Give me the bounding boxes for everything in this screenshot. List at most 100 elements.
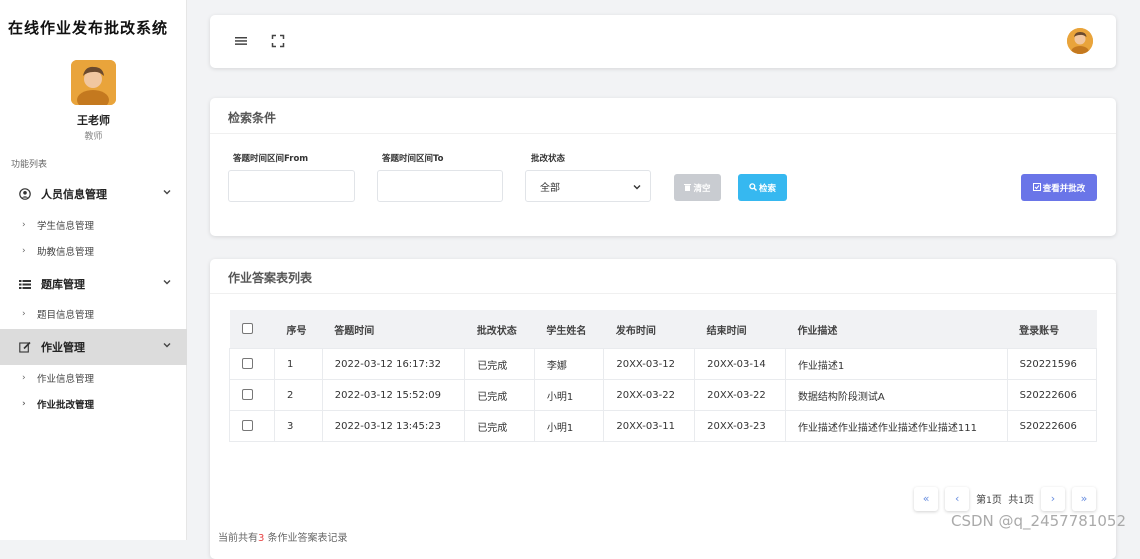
watermark: CSDN @q_2457781052 bbox=[951, 512, 1126, 530]
chevron-down-icon bbox=[163, 280, 171, 285]
sidebar-item-homework-review[interactable]: › 作业批改管理 bbox=[0, 393, 187, 415]
table-row[interactable]: 2 2022-03-12 15:52:09 已完成 小明1 20XX-03-22… bbox=[229, 379, 1098, 411]
total-suffix: 页 bbox=[1024, 495, 1034, 506]
row-select-cell bbox=[229, 348, 275, 380]
column-header: 结束时间 bbox=[694, 310, 786, 349]
page-indicator: 第1页 共1页 bbox=[976, 491, 1034, 506]
fullscreen-icon[interactable] bbox=[271, 34, 285, 48]
table-cell: 2022-03-12 13:45:23 bbox=[321, 410, 465, 442]
user-circle-icon bbox=[18, 188, 32, 200]
table-cell: 李娜 bbox=[533, 348, 604, 380]
list-icon bbox=[18, 279, 32, 290]
table-cell: 作业描述1 bbox=[784, 348, 1008, 380]
sidebar: 在线作业发布批改系统 王老师 教师 功能列表 人员信息管理 › 学生信息管理 ›… bbox=[0, 0, 187, 540]
list-title: 作业答案表列表 bbox=[228, 271, 313, 285]
select-all-checkbox[interactable] bbox=[241, 323, 253, 335]
column-header: 序号 bbox=[274, 310, 323, 349]
row-checkbox[interactable] bbox=[242, 389, 253, 401]
answer-time-from-input[interactable] bbox=[228, 170, 355, 202]
table-cell: 2022-03-12 16:17:32 bbox=[321, 348, 465, 380]
column-header: 登录账号 bbox=[1007, 310, 1097, 349]
trash-icon bbox=[684, 183, 692, 193]
sidebar-item-question-info[interactable]: › 题目信息管理 bbox=[0, 303, 187, 325]
to-label: 答题时间区间To bbox=[382, 154, 444, 164]
table-cell: 20XX-03-14 bbox=[694, 348, 786, 380]
divider bbox=[210, 293, 1116, 294]
table-cell: S20221596 bbox=[1006, 348, 1098, 380]
table-cell: 小明1 bbox=[533, 379, 604, 411]
table-cell: 2 bbox=[274, 379, 323, 411]
table-cell: 3 bbox=[274, 410, 323, 442]
menu-group-people[interactable]: 人员信息管理 bbox=[0, 176, 187, 212]
total-prefix: 共 bbox=[1008, 495, 1019, 506]
clear-button-label: 清空 bbox=[693, 183, 711, 194]
chevron-right-icon: › bbox=[22, 399, 26, 409]
row-select-cell bbox=[229, 379, 275, 411]
chevron-down-icon bbox=[163, 190, 171, 195]
chevron-down-icon bbox=[163, 343, 171, 348]
column-header: 学生姓名 bbox=[534, 310, 604, 349]
check-square-icon bbox=[1032, 182, 1041, 193]
sidebar-item-homework-info[interactable]: › 作业信息管理 bbox=[0, 367, 187, 389]
status-select-value: 全部 bbox=[540, 182, 560, 194]
table-cell: S20222606 bbox=[1006, 410, 1098, 442]
search-panel: 检索条件 答题时间区间From 答题时间区间To 批改状态 全部 清空 检索 查… bbox=[210, 98, 1116, 236]
table-row[interactable]: 3 2022-03-12 13:45:23 已完成 小明1 20XX-03-11… bbox=[229, 410, 1098, 442]
table-cell: 已完成 bbox=[464, 410, 535, 442]
column-header: 答题时间 bbox=[322, 310, 465, 349]
table-cell: 小明1 bbox=[533, 410, 604, 442]
status-select[interactable]: 全部 bbox=[525, 170, 651, 202]
row-checkbox[interactable] bbox=[242, 358, 253, 370]
sidebar-item-student-info[interactable]: › 学生信息管理 bbox=[0, 214, 187, 236]
sidebar-item-label: 学生信息管理 bbox=[37, 221, 95, 232]
menu-group-question-bank[interactable]: 题库管理 bbox=[0, 266, 187, 302]
table-cell: 2022-03-12 15:52:09 bbox=[321, 379, 465, 411]
menu-group-label: 作业管理 bbox=[41, 341, 85, 354]
page-suffix: 页 bbox=[991, 495, 1002, 506]
column-header: 批改状态 bbox=[464, 310, 535, 349]
menu-group-label: 人员信息管理 bbox=[41, 188, 107, 201]
menu-group-homework[interactable]: 作业管理 bbox=[0, 329, 187, 365]
next-page-button[interactable]: › bbox=[1041, 486, 1065, 511]
table-header-row: 序号 答题时间 批改状态 学生姓名 发布时间 结束时间 作业描述 登录账号 bbox=[229, 310, 1097, 349]
row-select-cell bbox=[229, 410, 275, 442]
table-cell: 1 bbox=[274, 348, 323, 380]
hamburger-icon[interactable] bbox=[234, 34, 248, 48]
search-title: 检索条件 bbox=[228, 111, 277, 125]
status-label: 批改状态 bbox=[531, 154, 566, 164]
chevron-right-icon: › bbox=[22, 220, 26, 230]
avatar[interactable] bbox=[1067, 28, 1093, 54]
from-label: 答题时间区间From bbox=[233, 154, 309, 164]
avatar-image bbox=[71, 60, 116, 105]
review-button[interactable]: 查看并批改 bbox=[1021, 174, 1097, 201]
menu-group-label: 题库管理 bbox=[41, 278, 85, 291]
table-row[interactable]: 1 2022-03-12 16:17:32 已完成 李娜 20XX-03-12 … bbox=[229, 348, 1098, 380]
user-role: 教师 bbox=[84, 132, 103, 142]
prev-page-button[interactable]: ‹ bbox=[945, 486, 970, 511]
table-cell: 20XX-03-11 bbox=[603, 410, 695, 442]
last-page-button[interactable]: » bbox=[1072, 486, 1096, 511]
column-header: 作业描述 bbox=[785, 310, 1008, 349]
menu-caption: 功能列表 bbox=[11, 160, 48, 170]
search-icon bbox=[749, 182, 757, 193]
table-cell: 20XX-03-23 bbox=[694, 410, 786, 442]
sidebar-item-label: 助教信息管理 bbox=[37, 247, 95, 258]
table-cell: 20XX-03-22 bbox=[603, 379, 695, 411]
sidebar-item-ta-info[interactable]: › 助教信息管理 bbox=[0, 240, 187, 262]
select-all-cell bbox=[229, 310, 275, 349]
user-name: 王老师 bbox=[77, 114, 110, 127]
avatar[interactable] bbox=[71, 60, 116, 105]
record-count: 当前共有3 条作业答案表记录 bbox=[218, 529, 348, 544]
search-button[interactable]: 检索 bbox=[738, 174, 787, 201]
search-button-label: 检索 bbox=[758, 183, 776, 194]
row-checkbox[interactable] bbox=[242, 420, 253, 432]
table-cell: 20XX-03-22 bbox=[694, 379, 786, 411]
top-bar bbox=[210, 15, 1116, 68]
chevron-right-icon: › bbox=[22, 246, 26, 256]
table-cell: S20222606 bbox=[1006, 379, 1098, 411]
answer-time-to-input[interactable] bbox=[377, 170, 503, 202]
edit-icon bbox=[18, 341, 32, 353]
first-page-button[interactable]: « bbox=[914, 486, 939, 511]
clear-button[interactable]: 清空 bbox=[674, 174, 721, 201]
table-cell: 已完成 bbox=[464, 348, 535, 380]
